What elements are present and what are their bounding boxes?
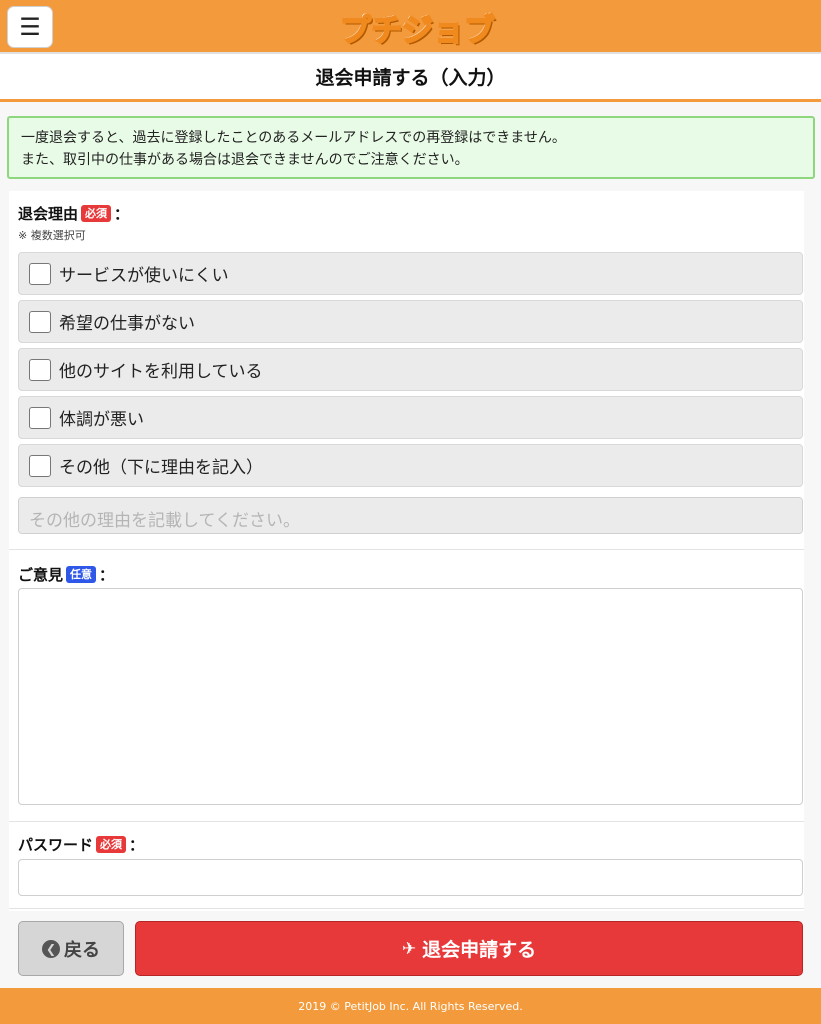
- page-title-bar: 退会申請する（入力）: [0, 54, 821, 102]
- reason-option-3[interactable]: 体調が悪い: [18, 396, 803, 439]
- divider: [9, 821, 804, 822]
- multiple-select-note: ※ 複数選択可: [18, 229, 86, 242]
- reason-option-2[interactable]: 他のサイトを利用している: [18, 348, 803, 391]
- reason-option-0[interactable]: サービスが使いにくい: [18, 252, 803, 295]
- reason-label: 退会理由 必須 ：: [18, 203, 129, 224]
- checkbox[interactable]: [29, 406, 51, 429]
- password-input[interactable]: [18, 859, 803, 896]
- required-badge: 必須: [81, 205, 112, 222]
- page-title: 退会申請する（入力）: [315, 67, 506, 89]
- reason-option-label: 希望の仕事がない: [59, 314, 195, 334]
- notice-line-1: 一度退会すると、過去に登録したことのあるメールアドレスでの再登録はできません。: [21, 130, 566, 146]
- reason-option-4[interactable]: その他（下に理由を記入）: [18, 444, 803, 487]
- opinion-label: ご意見 任意 ：: [18, 564, 114, 585]
- menu-button[interactable]: ☰: [7, 6, 53, 48]
- reason-option-label: サービスが使いにくい: [59, 266, 229, 286]
- site-footer: 2019 © PetitJob Inc. All Rights Reserved…: [0, 988, 821, 1024]
- chevron-left-circle-icon: ❮: [42, 939, 60, 958]
- opinion-label-colon: ：: [99, 566, 115, 584]
- password-label: パスワード 必須 ：: [18, 834, 144, 855]
- divider: [9, 549, 804, 550]
- checkbox[interactable]: [29, 454, 51, 477]
- copyright-text: 2019 © PetitJob Inc. All Rights Reserved…: [298, 999, 523, 1013]
- logo-text: プチジョブ: [339, 12, 496, 50]
- notice-box: 一度退会すると、過去に登録したことのあるメールアドレスでの再登録はできません。 …: [7, 116, 815, 179]
- opinion-label-text: ご意見: [18, 566, 64, 584]
- withdrawal-form: 退会理由 必須 ： ※ 複数選択可 サービスが使いにくい 希望の仕事がない 他の…: [9, 191, 804, 911]
- other-reason-input[interactable]: [18, 497, 803, 534]
- site-logo[interactable]: プチジョブ: [339, 6, 496, 50]
- password-label-colon: ：: [129, 836, 145, 854]
- required-badge: 必須: [96, 836, 127, 853]
- reason-option-label: 他のサイトを利用している: [59, 362, 263, 382]
- back-button-label: 戻る: [64, 939, 100, 961]
- submit-button-label: 退会申請する: [422, 939, 537, 961]
- notice-line-2: また、取引中の仕事がある場合は退会できませんのでご注意ください。: [21, 152, 469, 168]
- reason-label-colon: ：: [114, 205, 130, 223]
- site-header: ☰ プチジョブ: [0, 0, 821, 54]
- plane-icon: ✈: [401, 938, 417, 959]
- optional-badge: 任意: [66, 566, 97, 583]
- checkbox[interactable]: [29, 310, 51, 333]
- reason-label-text: 退会理由: [18, 205, 79, 223]
- divider: [9, 908, 804, 909]
- checkbox[interactable]: [29, 358, 51, 381]
- reason-option-label: その他（下に理由を記入）: [59, 458, 263, 478]
- password-label-text: パスワード: [18, 836, 94, 854]
- checkbox[interactable]: [29, 262, 51, 285]
- reason-option-label: 体調が悪い: [59, 410, 144, 430]
- submit-withdrawal-button[interactable]: ✈ 退会申請する: [135, 921, 803, 976]
- opinion-textarea[interactable]: [18, 588, 803, 805]
- hamburger-icon: ☰: [19, 13, 41, 41]
- reason-option-1[interactable]: 希望の仕事がない: [18, 300, 803, 343]
- back-button[interactable]: ❮ 戻る: [18, 921, 124, 976]
